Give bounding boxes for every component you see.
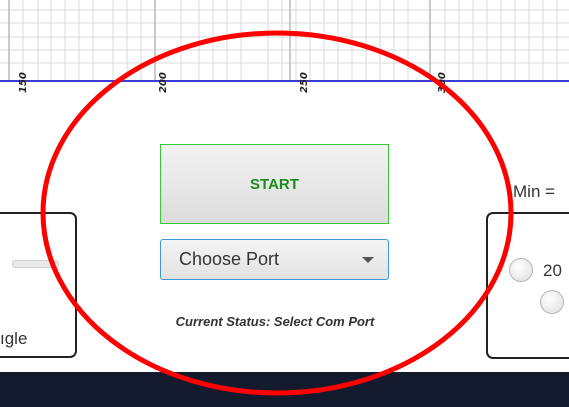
start-button[interactable]: START — [160, 144, 389, 224]
min-label: Min = — [513, 182, 556, 201]
port-select[interactable]: Choose Port — [160, 239, 389, 280]
axis-tick-label: 250 — [299, 72, 310, 93]
axis-tick-label: 150 — [18, 72, 29, 93]
status-text: Current Status: Select Com Port — [175, 314, 375, 329]
slider-track[interactable] — [12, 260, 59, 268]
left-panel-label: ıgle — [0, 329, 28, 348]
axis-tick-label: 300 — [437, 72, 448, 93]
graph-area — [0, 0, 569, 82]
port-select-value: Choose Port — [179, 249, 280, 269]
left-panel: ıgle — [0, 212, 77, 358]
graph-grid — [0, 0, 569, 82]
axis-tick-label: 200 — [158, 72, 169, 93]
radio-button[interactable] — [540, 290, 564, 314]
bottom-bar — [0, 372, 569, 407]
radio-label: 20 — [543, 261, 562, 280]
radio-button[interactable] — [509, 258, 533, 282]
chevron-down-icon — [362, 257, 374, 263]
right-panel: 20 — [486, 212, 569, 359]
